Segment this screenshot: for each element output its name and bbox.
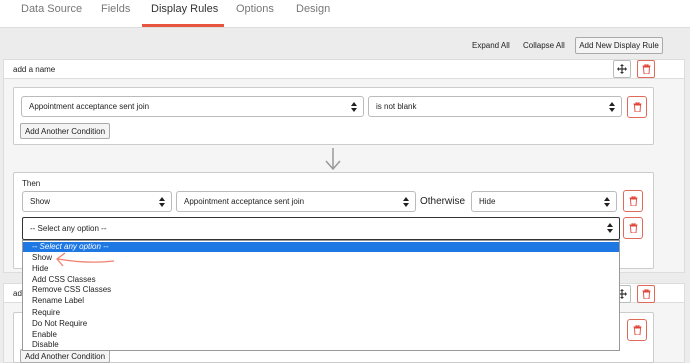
select-arrows-icon (403, 197, 409, 207)
select-arrows-icon (159, 197, 165, 207)
otherwise-action-select[interactable]: Hide (471, 191, 617, 212)
otherwise-label: Otherwise (420, 196, 466, 207)
add-another-condition-button-2[interactable]: Add Another Condition (20, 349, 110, 363)
select-arrows-icon (607, 223, 613, 233)
down-arrow-icon (325, 148, 341, 171)
delete-condition-button[interactable] (627, 96, 647, 118)
tab-bar: Data Source Fields Display Rules Options… (0, 0, 690, 28)
add-new-display-rule-button[interactable]: Add New Display Rule (575, 37, 663, 54)
dropdown-option-do-not-require[interactable]: Do Not Require (23, 319, 619, 329)
condition-field-value: Appointment acceptance sent join (29, 102, 150, 111)
delete-rule-button[interactable] (637, 60, 655, 78)
tab-options[interactable]: Options (236, 3, 274, 15)
trash-icon (633, 102, 641, 112)
active-tab-indicator (142, 24, 224, 27)
dropdown-option-require[interactable]: Require (23, 308, 619, 318)
dropdown-option-remove-css-classes[interactable]: Remove CSS Classes (23, 285, 619, 295)
collapse-all-button[interactable]: Collapse All (523, 41, 565, 50)
action-value: Show (30, 197, 51, 206)
rule-name-2: ad (13, 289, 22, 298)
trash-icon (629, 196, 637, 206)
action-field-select[interactable]: Appointment acceptance sent join (176, 191, 416, 212)
dropdown-option-disable[interactable]: Disable (23, 340, 619, 350)
dropdown-option-rename-label[interactable]: Rename Label (23, 296, 619, 306)
move-rule-button[interactable] (613, 60, 631, 78)
tab-fields[interactable]: Fields (101, 3, 130, 15)
trash-icon (642, 289, 650, 299)
expand-all-button[interactable]: Expand All (472, 41, 510, 50)
delete-condition-button-2[interactable] (627, 319, 647, 341)
otherwise-action-value: Hide (479, 197, 496, 206)
add-another-condition-button[interactable]: Add Another Condition (20, 123, 110, 139)
action-field-value: Appointment acceptance sent join (184, 197, 305, 206)
trash-icon (633, 325, 641, 335)
tab-data-source[interactable]: Data Source (21, 3, 82, 15)
tab-design[interactable]: Design (296, 3, 330, 15)
delete-new-action-button[interactable] (623, 217, 643, 239)
new-action-select[interactable]: -- Select any option -- (22, 217, 620, 240)
new-action-value: -- Select any option -- (30, 224, 107, 233)
condition-operator-value: is not blank (376, 102, 417, 111)
select-arrows-icon (604, 197, 610, 207)
condition-field-select[interactable]: Appointment acceptance sent join (21, 96, 364, 117)
rule-name: add a name (13, 65, 56, 74)
trash-icon (642, 64, 650, 74)
condition-operator-select[interactable]: is not blank (368, 96, 622, 117)
rule-header[interactable]: add a name (3, 59, 685, 79)
dropdown-option-add-css-classes[interactable]: Add CSS Classes (23, 275, 619, 285)
annotation-arrow-icon (56, 252, 115, 267)
delete-rule-button-2[interactable] (637, 285, 655, 303)
select-arrows-icon (351, 102, 357, 112)
then-label: Then (22, 179, 41, 188)
dropdown-option-enable[interactable]: Enable (23, 330, 619, 340)
delete-action-button[interactable] (623, 190, 643, 212)
move-arrows-icon (617, 64, 627, 74)
action-select[interactable]: Show (22, 191, 172, 212)
select-arrows-icon (609, 102, 615, 112)
tab-display-rules[interactable]: Display Rules (151, 3, 218, 15)
trash-icon (629, 223, 637, 233)
